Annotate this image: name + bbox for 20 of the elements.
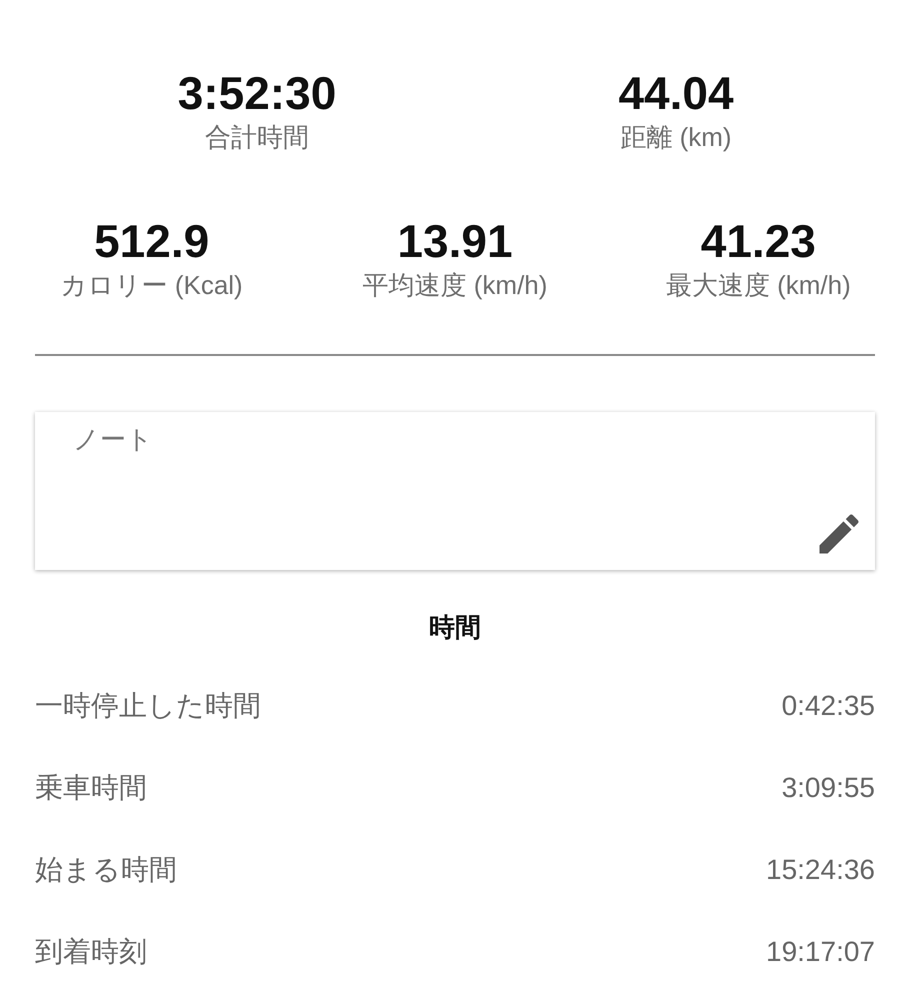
row-value: 0:42:35 (782, 690, 875, 722)
row-value: 19:17:07 (766, 936, 875, 968)
note-field[interactable]: ノート (35, 412, 875, 570)
stat-label: 距離 (km) (620, 121, 732, 154)
row-value: 3:09:55 (782, 772, 875, 804)
row-label: 一時停止した時間 (35, 689, 261, 723)
stat-label: 最大速度 (km/h) (666, 269, 851, 302)
stat-value: 41.23 (700, 214, 816, 268)
stat-value: 3:52:30 (178, 66, 336, 120)
row-label: 始まる時間 (35, 853, 177, 887)
row-label: 到着時刻 (35, 935, 147, 969)
stat-value: 44.04 (618, 66, 734, 120)
stat-label: 平均速度 (km/h) (362, 269, 548, 302)
stat-label: 合計時間 (205, 121, 309, 154)
stat-value: 512.9 (94, 214, 210, 268)
stat-label: カロリー (Kcal) (60, 269, 243, 302)
stat-value: 13.91 (397, 214, 513, 268)
section-title: 時間 (429, 611, 481, 644)
row-value: 15:24:36 (766, 854, 875, 886)
row-label: 乗車時間 (35, 771, 147, 805)
